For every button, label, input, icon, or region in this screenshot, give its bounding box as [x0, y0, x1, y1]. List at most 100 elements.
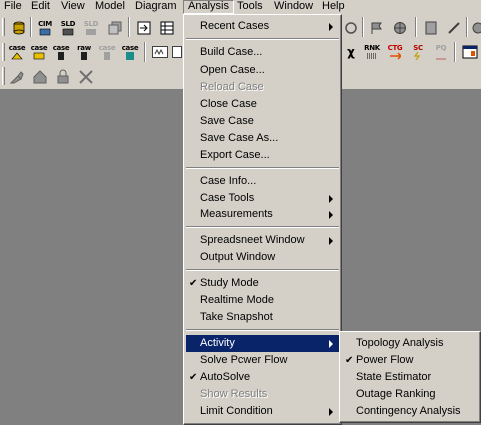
analysis-tool-button[interactable]	[149, 42, 171, 62]
menu-separator	[186, 226, 339, 228]
menu-item-power-flow[interactable]: ✔ Power Flow	[342, 352, 478, 369]
case-open-button[interactable]: case	[28, 42, 50, 62]
table-icon[interactable]	[156, 18, 178, 38]
menu-diagram[interactable]: Diagram	[131, 0, 181, 14]
analysis-tool2-glyph	[172, 46, 182, 58]
menu-item-export-case[interactable]: Export Case...	[186, 147, 339, 164]
menu-tools[interactable]: Tools	[233, 0, 267, 14]
toolbar-separator	[128, 17, 130, 37]
database-icon[interactable]	[8, 18, 30, 38]
rank-button[interactable]: RNK	[361, 42, 383, 62]
cut-tool-glyph	[79, 70, 93, 84]
submenu-arrow-icon	[329, 195, 333, 203]
edit-tool-icon[interactable]	[6, 67, 28, 87]
flag-icon[interactable]	[366, 18, 388, 38]
short-circuit-label: SC	[413, 44, 423, 52]
menu-analysis[interactable]: Analysis	[183, 0, 234, 14]
menu-item-save-case-as[interactable]: Save Case As...	[186, 130, 339, 147]
menu-model[interactable]: Model	[91, 0, 129, 14]
analysis-menu: Recent Cases Build Case... Open Case... …	[183, 14, 342, 425]
menu-help[interactable]: Help	[318, 0, 349, 14]
menu-item-case-tools[interactable]: Case Tools	[186, 190, 339, 207]
analysis-tool2-button[interactable]	[172, 42, 182, 62]
menu-item-label: AutoSolve	[200, 371, 251, 383]
menu-view[interactable]: View	[57, 0, 89, 14]
submenu-arrow-icon	[329, 23, 333, 31]
case-reload-button[interactable]: case	[96, 42, 118, 62]
menu-item-open-case[interactable]: Open Case...	[186, 62, 339, 79]
cascade-icon[interactable]	[104, 18, 126, 38]
lock-tool-icon[interactable]	[52, 67, 74, 87]
menu-file[interactable]: File	[0, 0, 26, 14]
ruler-icon[interactable]	[443, 18, 465, 38]
lock-tool-glyph	[57, 69, 69, 84]
toolbar-grip	[2, 43, 5, 61]
ruler-glyph	[448, 22, 460, 34]
contingency-label: CTG	[387, 44, 403, 52]
case-save-button[interactable]: case	[50, 42, 72, 62]
menu-separator	[186, 329, 339, 331]
cut-tool-icon[interactable]	[75, 67, 97, 87]
pq-button[interactable]: PQ	[430, 42, 452, 62]
case-save-glyph	[58, 52, 64, 60]
menu-item-label: Build Case...	[200, 46, 263, 58]
sld-button[interactable]: SLD	[57, 18, 79, 38]
case-info-button[interactable]: case	[119, 42, 141, 62]
case-info-glyph	[126, 52, 134, 60]
panel-icon[interactable]	[420, 18, 442, 38]
globe-icon[interactable]	[389, 18, 411, 38]
grid-icon[interactable]	[459, 42, 481, 62]
raw-save-button[interactable]: raw	[73, 42, 95, 62]
case-open-glyph	[33, 52, 45, 60]
menu-item-outage-ranking[interactable]: Outage Ranking	[342, 386, 478, 403]
menu-item-measurements[interactable]: Measurements	[186, 206, 339, 223]
menu-item-label: Export Case...	[200, 149, 270, 161]
refresh-icon[interactable]	[340, 18, 362, 38]
cim-label: CIM	[38, 20, 52, 28]
menu-item-recent-cases[interactable]: Recent Cases	[186, 18, 339, 35]
menu-separator	[186, 38, 339, 40]
cim-button[interactable]: CIM	[34, 18, 56, 38]
menu-item-study-mode[interactable]: ✔ Study Mode	[186, 275, 339, 292]
toolbar-grip	[2, 18, 5, 36]
checkmark-icon: ✔	[189, 372, 198, 383]
settings-icon[interactable]	[470, 18, 481, 38]
menu-item-state-estimator[interactable]: State Estimator	[342, 369, 478, 386]
chi-icon[interactable]: χ	[340, 42, 362, 62]
menu-item-take-snapshot[interactable]: Take Snapshot	[186, 309, 339, 326]
case-reload-label: case	[98, 44, 116, 52]
menu-item-show-results: Show Results	[186, 386, 339, 403]
menu-item-autosolve[interactable]: ✔ AutoSolve	[186, 369, 339, 386]
menu-item-close-case[interactable]: Close Case	[186, 96, 339, 113]
case-new-button[interactable]: case	[6, 42, 28, 62]
menu-item-label: Save Case As...	[200, 132, 279, 144]
menu-item-realtime-mode[interactable]: Realtime Mode	[186, 292, 339, 309]
menu-item-save-case[interactable]: Save Case	[186, 113, 339, 130]
import-glyph	[137, 21, 151, 35]
toolbar-separator	[144, 42, 146, 62]
menu-window[interactable]: Window	[270, 0, 317, 14]
table-glyph	[160, 21, 174, 35]
menu-item-limit-condition[interactable]: Limit Condition	[186, 403, 339, 420]
short-circuit-button[interactable]: SC	[407, 42, 429, 62]
menu-item-reload-case: Reload Case	[186, 79, 339, 96]
settings-glyph	[472, 22, 481, 34]
import-icon[interactable]	[133, 18, 155, 38]
contingency-button[interactable]: CTG	[384, 42, 406, 62]
menu-item-solve-power-flow[interactable]: Solve Pcwer Flow	[186, 352, 339, 369]
menu-item-label: Reload Case	[200, 81, 264, 93]
menu-item-spreadsheet-window[interactable]: Spreadsneet Window	[186, 232, 339, 249]
menu-edit[interactable]: Edit	[27, 0, 54, 14]
case-new-label: case	[8, 44, 26, 52]
menu-item-contingency-analysis[interactable]: Contingency Analysis	[342, 403, 478, 420]
case-open-label: case	[30, 44, 48, 52]
home-tool-icon[interactable]	[29, 67, 51, 87]
home-tool-glyph	[33, 70, 47, 84]
menu-item-case-info[interactable]: Case Info...	[186, 173, 339, 190]
menu-item-label: Solve Pcwer Flow	[200, 354, 288, 366]
sld-disabled-button[interactable]: SLD	[80, 18, 102, 38]
menu-item-topology-analysis[interactable]: Topology Analysis	[342, 335, 478, 352]
menu-item-output-window[interactable]: Output Window	[186, 249, 339, 266]
menu-item-build-case[interactable]: Build Case...	[186, 44, 339, 61]
menu-item-activity[interactable]: Activity	[186, 335, 339, 352]
